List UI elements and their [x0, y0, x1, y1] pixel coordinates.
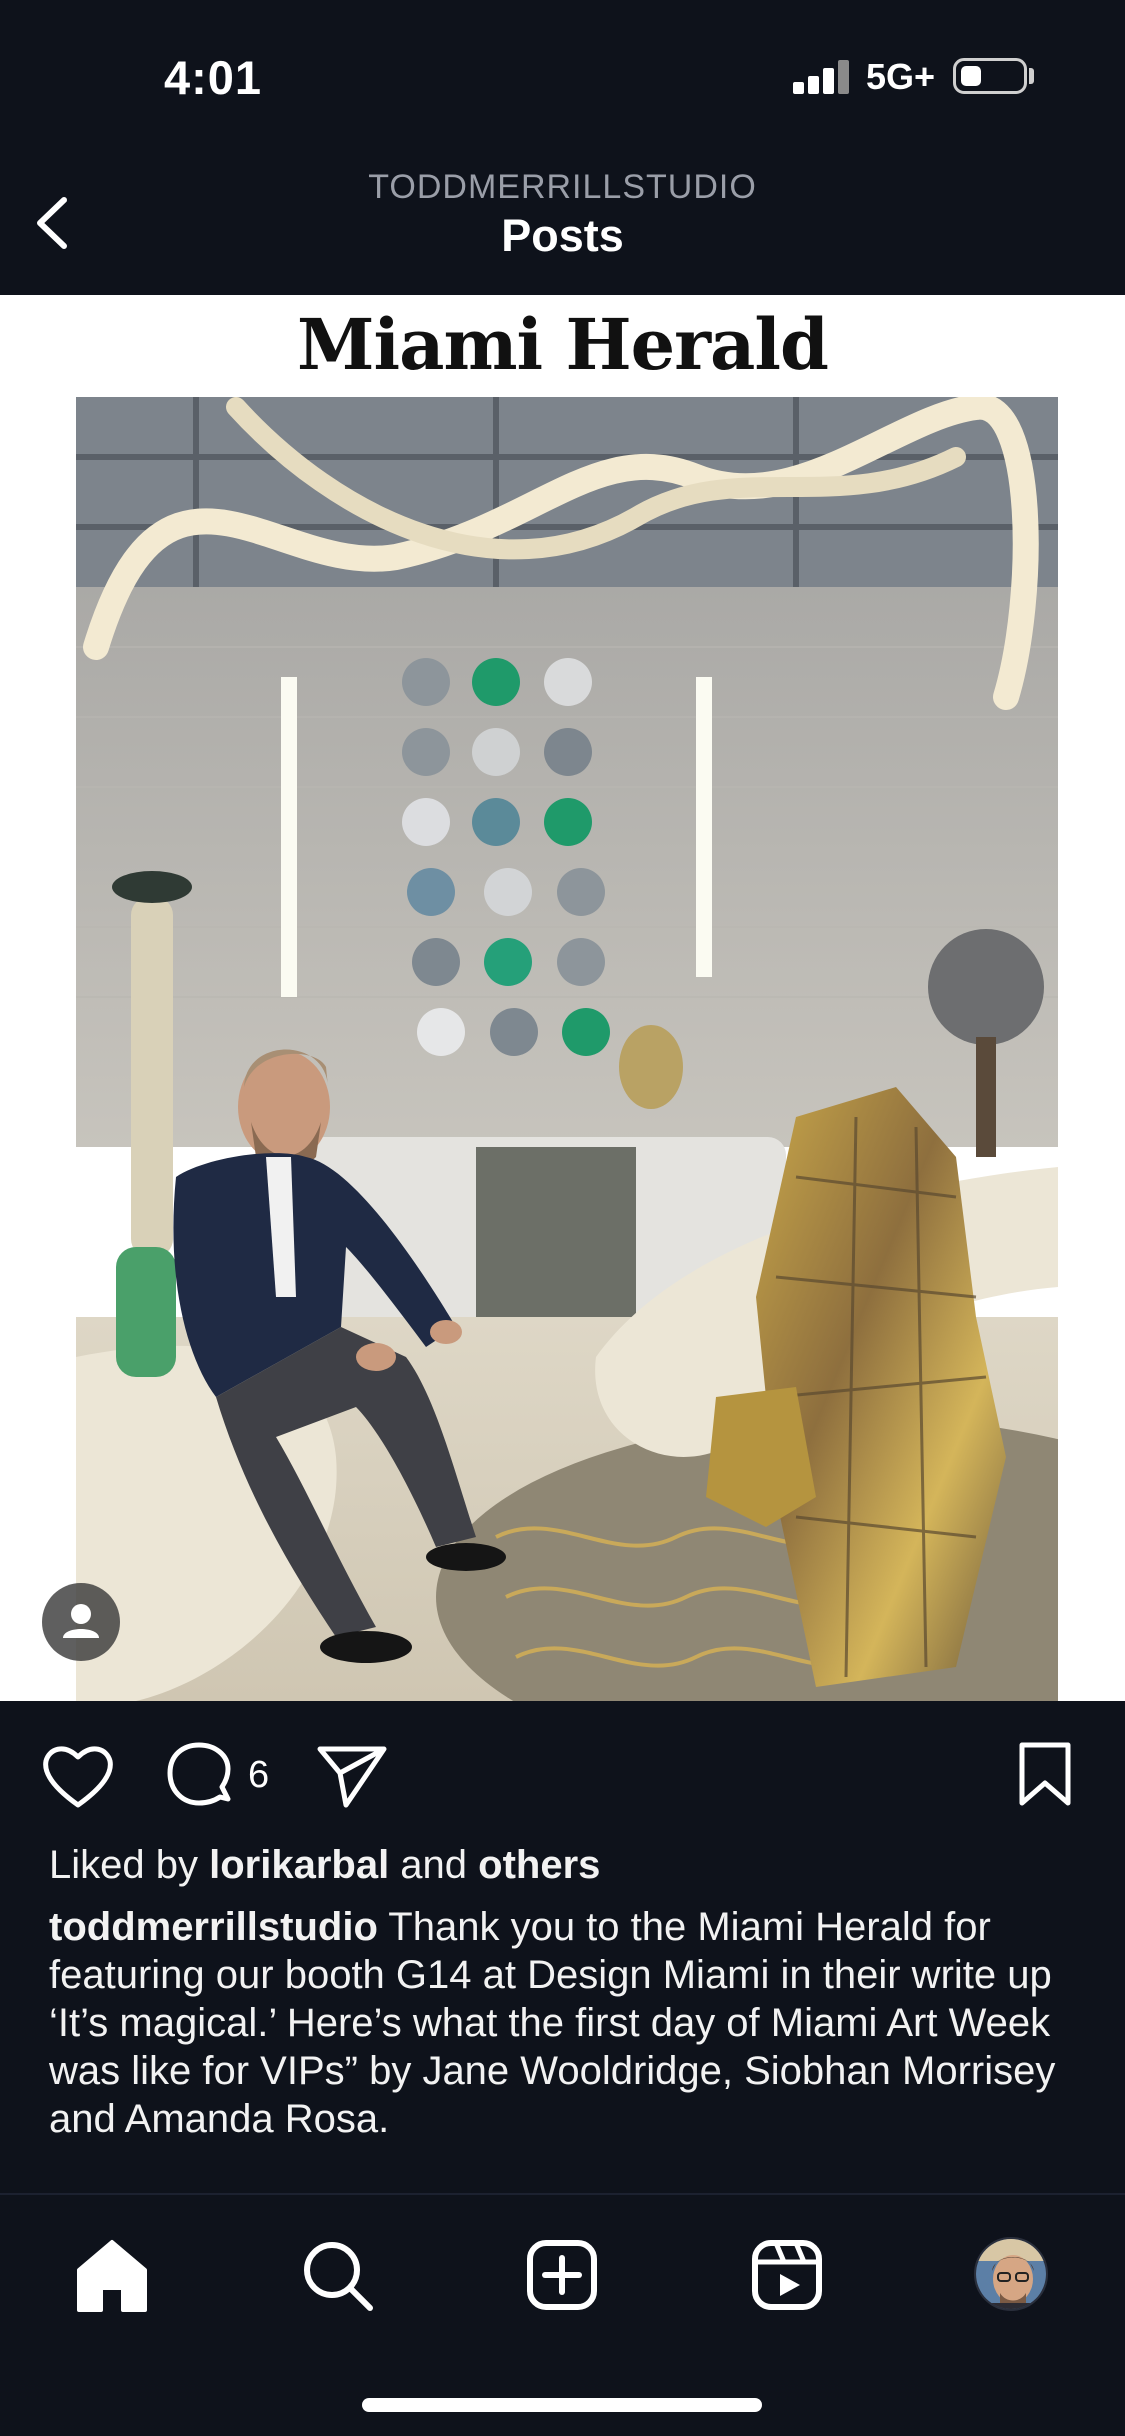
profile-avatar[interactable]	[974, 2237, 1048, 2311]
tab-create[interactable]	[517, 2230, 607, 2320]
search-icon	[304, 2242, 373, 2311]
battery-icon	[953, 58, 1027, 94]
likes-summary[interactable]: Liked by lorikarbal and others	[49, 1843, 1089, 1888]
tab-reels[interactable]	[742, 2230, 832, 2320]
likes-middle: and	[389, 1843, 479, 1887]
battery-tip	[1029, 68, 1034, 84]
booth-photo	[76, 397, 1058, 1701]
reels-icon	[752, 2240, 822, 2310]
user-icon	[63, 1604, 99, 1638]
create-icon	[527, 2240, 597, 2310]
like-button[interactable]	[40, 1741, 116, 1811]
home-indicator	[362, 2398, 762, 2412]
header: TODDMERRILLSTUDIO Posts	[0, 150, 1125, 295]
tab-search[interactable]	[292, 2230, 382, 2320]
likes-prefix: Liked by	[49, 1843, 210, 1887]
save-button[interactable]	[1016, 1741, 1074, 1807]
status-time: 4:01	[164, 51, 263, 104]
status-bar: 4:01 5G+	[0, 0, 1125, 150]
signal-icon	[793, 58, 851, 94]
bookmark-icon	[1019, 1742, 1071, 1806]
avatar-photo	[976, 2239, 1046, 2309]
network-type: 5G+	[866, 56, 936, 97]
send-icon	[317, 1746, 387, 1808]
tagged-users-button[interactable]	[42, 1583, 120, 1661]
share-button[interactable]	[316, 1743, 388, 1809]
heart-icon	[43, 1746, 113, 1808]
caption-username[interactable]: toddmerrillstudio	[49, 1905, 378, 1949]
header-account-name[interactable]: TODDMERRILLSTUDIO	[0, 168, 1125, 207]
likes-others[interactable]: others	[478, 1843, 600, 1887]
liked-by-user[interactable]: lorikarbal	[209, 1843, 389, 1887]
page-title: Posts	[501, 210, 624, 261]
home-icon	[77, 2240, 147, 2312]
comment-icon	[167, 1742, 231, 1806]
comment-count[interactable]: 6	[248, 1754, 269, 1797]
post-caption: toddmerrillstudio Thank you to the Miami…	[49, 1903, 1099, 2143]
miami-herald-masthead: Miami Herald	[297, 303, 829, 386]
post-actions: 6	[0, 1701, 1125, 1841]
post-image[interactable]: Miami Herald	[0, 295, 1125, 1701]
comment-button[interactable]	[164, 1741, 236, 1811]
tab-home[interactable]	[67, 2230, 157, 2320]
